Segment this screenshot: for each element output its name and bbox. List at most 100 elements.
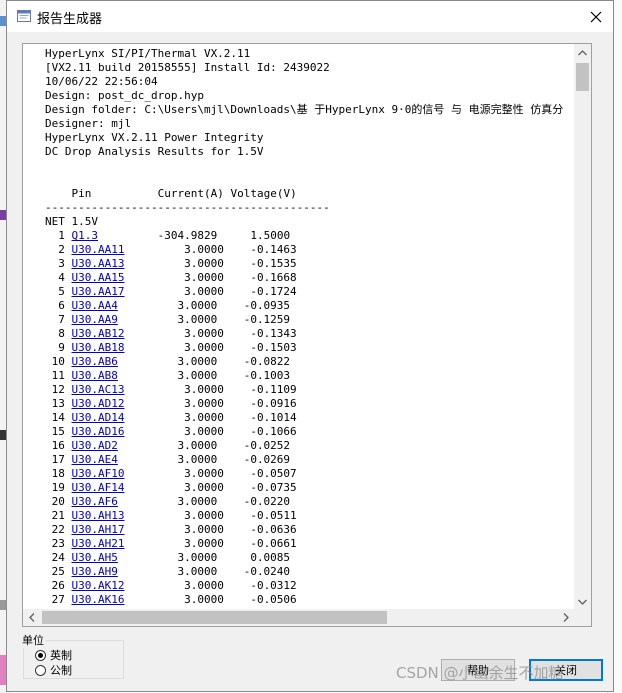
pin-link[interactable]: U30.AH5 [72, 551, 118, 564]
scroll-down-button[interactable] [574, 593, 591, 610]
chevron-right-icon [563, 613, 569, 622]
row-index: 15 [45, 425, 72, 438]
row-index: 7 [45, 313, 72, 326]
radio-imperial[interactable]: 英制 [35, 647, 72, 663]
row-index: 10 [45, 355, 72, 368]
voltage-value: -0.0506 [223, 593, 297, 606]
pin-link[interactable]: U30.AA11 [72, 243, 125, 256]
table-row: 20 U30.AF6 3.0000 -0.0220 [45, 495, 290, 508]
pin-link[interactable]: U30.AA17 [72, 285, 125, 298]
voltage-value: -0.0269 [217, 453, 291, 466]
app-icon [17, 10, 31, 22]
pin-link[interactable]: U30.AH17 [72, 523, 125, 536]
pin-link[interactable]: U30.AD14 [72, 411, 125, 424]
pin-link[interactable]: U30.AB12 [72, 327, 125, 340]
pin-link[interactable]: U30.AF14 [72, 481, 125, 494]
voltage-value: -0.0636 [223, 523, 297, 536]
voltage-value: -0.0661 [223, 537, 297, 550]
current-value: 3.0000 [124, 565, 218, 578]
pin-link[interactable]: U30.AA13 [72, 257, 125, 270]
pin-link[interactable]: U30.AF6 [72, 495, 118, 508]
vertical-scrollbar[interactable] [574, 44, 591, 610]
table-row: 3 U30.AA13 3.0000 -0.1535 [45, 257, 296, 270]
pin-link[interactable]: U30.AD16 [72, 425, 125, 438]
table-row: 19 U30.AF14 3.0000 -0.0735 [45, 481, 297, 494]
voltage-value: -0.0220 [217, 495, 291, 508]
table-row: 14 U30.AD14 3.0000 -0.1014 [45, 411, 297, 424]
current-value: 3.0000 [131, 383, 224, 396]
table-row: 21 U30.AH13 3.0000 -0.0511 [45, 509, 297, 522]
current-value: 3.0000 [131, 243, 224, 256]
pin-link[interactable]: U30.AK12 [72, 579, 125, 592]
current-value: 3.0000 [131, 397, 224, 410]
scroll-left-button[interactable] [23, 609, 40, 626]
pin-link[interactable]: U30.AD12 [72, 397, 125, 410]
pin-link[interactable]: U30.AH9 [72, 565, 118, 578]
row-index: 24 [45, 551, 72, 564]
pin-link[interactable]: U30.AE4 [72, 453, 118, 466]
current-value: -304.9829 [124, 229, 218, 242]
current-value: 3.0000 [131, 593, 224, 606]
report-header-line: Design folder: C:\Users\mjl\Downloads\基 … [45, 103, 564, 116]
close-window-button[interactable] [579, 1, 613, 32]
pin-link[interactable]: U30.AF10 [72, 467, 125, 480]
table-row: 9 U30.AB18 3.0000 -0.1503 [45, 341, 297, 354]
radio-metric[interactable]: 公制 [35, 662, 72, 678]
voltage-value: -0.1066 [223, 425, 297, 438]
current-value: 3.0000 [124, 355, 218, 368]
voltage-value: -0.1463 [223, 243, 297, 256]
radio-button[interactable] [35, 664, 46, 676]
horizontal-scroll-thumb[interactable] [42, 611, 387, 624]
pin-link[interactable]: U30.AB18 [72, 341, 125, 354]
voltage-value: -0.0240 [217, 565, 291, 578]
current-value: 3.0000 [131, 425, 224, 438]
current-value: 3.0000 [131, 411, 224, 424]
voltage-value: -0.1003 [217, 369, 291, 382]
row-index: 18 [45, 467, 72, 480]
vertical-scroll-thumb[interactable] [576, 63, 589, 91]
current-value: 3.0000 [124, 453, 218, 466]
report-separator: ----------------------------------------… [45, 201, 330, 214]
row-index: 6 [45, 299, 72, 312]
pin-link[interactable]: U30.AB8 [72, 369, 118, 382]
report-header-line: [VX2.11 build 20158555] Install Id: 2439… [45, 61, 330, 74]
table-row: 23 U30.AH21 3.0000 -0.0661 [45, 537, 297, 550]
report-header-line: 10/06/22 22:56:04 [45, 75, 158, 88]
close-icon [590, 11, 602, 22]
row-index: 4 [45, 271, 72, 284]
pin-link[interactable]: U30.AH21 [72, 537, 125, 550]
pin-link[interactable]: U30.AA4 [72, 299, 118, 312]
horizontal-scrollbar[interactable] [23, 609, 574, 626]
row-index: 23 [45, 537, 72, 550]
report-text-area[interactable]: HyperLynx SI/PI/Thermal VX.2.11 [VX2.11 … [22, 43, 592, 627]
table-row: 4 U30.AA15 3.0000 -0.1668 [45, 271, 296, 284]
voltage-value: -0.1109 [223, 383, 297, 396]
row-index: 17 [45, 453, 72, 466]
pin-link[interactable]: U30.AK16 [72, 593, 125, 606]
current-value: 3.0000 [131, 271, 224, 284]
scroll-right-button[interactable] [557, 609, 574, 626]
pin-link[interactable]: U30.AC13 [72, 383, 125, 396]
pin-link[interactable]: U30.AA15 [72, 271, 125, 284]
voltage-value: 1.5000 [217, 229, 291, 242]
table-row: 7 U30.AA9 3.0000 -0.1259 [45, 313, 290, 326]
pin-link[interactable]: U30.AB6 [72, 355, 118, 368]
table-row: 18 U30.AF10 3.0000 -0.0507 [45, 467, 297, 480]
radio-button-checked[interactable] [35, 649, 46, 661]
table-row: 10 U30.AB6 3.0000 -0.0822 [45, 355, 290, 368]
pin-link[interactable]: U30.AH13 [72, 509, 125, 522]
report-header-line: Designer: mjl [45, 117, 132, 130]
scroll-up-button[interactable] [574, 44, 591, 61]
row-index: 11 [45, 369, 72, 382]
row-index: 12 [45, 383, 72, 396]
watermark: CSDN @小幽余生不加糖 [396, 664, 564, 682]
row-index: 25 [45, 565, 72, 578]
row-index: 5 [45, 285, 72, 298]
pin-link[interactable]: U30.AA9 [72, 313, 118, 326]
pin-link[interactable]: Q1.3 [72, 229, 99, 242]
voltage-value: -0.1503 [223, 341, 297, 354]
table-row: 1 Q1.3 -304.9829 1.5000 [45, 229, 290, 242]
pin-link[interactable]: U30.AD2 [72, 439, 118, 452]
column-header-pin: Pin [71, 187, 92, 200]
current-value: 3.0000 [131, 481, 224, 494]
